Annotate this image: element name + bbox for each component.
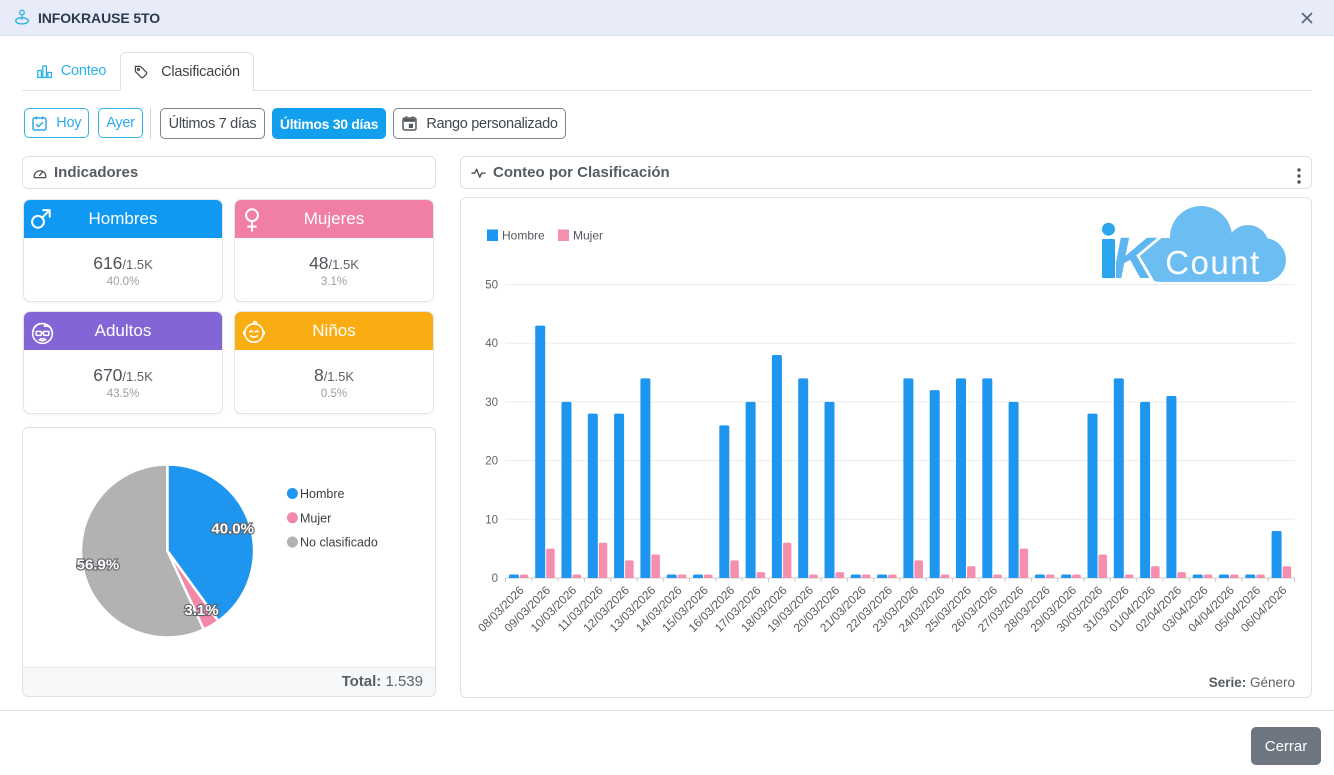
svg-text:40.0%: 40.0% (211, 520, 254, 537)
svg-text:40: 40 (485, 338, 498, 350)
svg-text:10: 10 (485, 514, 498, 526)
svg-text:Hombre: Hombre (502, 229, 545, 243)
svg-text:No clasificado: No clasificado (300, 536, 378, 550)
svg-text:50: 50 (485, 280, 498, 292)
svg-text:56.9%: 56.9% (77, 557, 120, 574)
svg-text:0: 0 (492, 573, 498, 585)
svg-text:Hombre: Hombre (300, 487, 345, 501)
svg-text:3.1%: 3.1% (184, 602, 218, 619)
svg-text:Serie: Género: Serie: Género (1209, 675, 1295, 690)
svg-text:Mujer: Mujer (573, 229, 603, 243)
svg-text:Mujer: Mujer (300, 511, 331, 525)
svg-text:Count: Count (1165, 244, 1261, 281)
svg-text:20: 20 (485, 456, 498, 468)
svg-text:K: K (1112, 226, 1158, 291)
svg-text:30: 30 (485, 397, 498, 409)
